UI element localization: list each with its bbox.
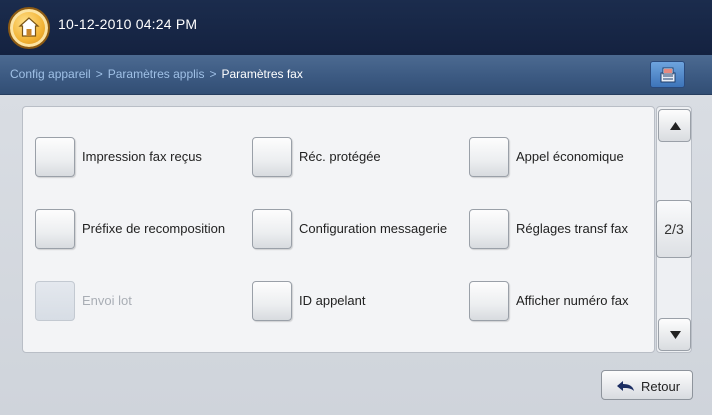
option-label: Afficher numéro fax xyxy=(516,293,629,308)
option-button-box[interactable] xyxy=(469,281,509,321)
arrow-down-icon xyxy=(670,331,681,339)
option-button-box[interactable] xyxy=(469,137,509,177)
option-appel-economique[interactable]: Appel économique xyxy=(469,137,649,177)
option-impression-fax-recus[interactable]: Impression fax reçus xyxy=(35,137,235,177)
breadcrumb-separator: > xyxy=(95,67,103,81)
option-id-appelant[interactable]: ID appelant xyxy=(252,281,452,321)
undo-arrow-icon xyxy=(617,381,634,391)
date-time: 10-12-2010 04:24 PM xyxy=(58,16,198,32)
option-configuration-messagerie[interactable]: Configuration messagerie xyxy=(252,209,462,249)
breadcrumb-current: Paramètres fax xyxy=(221,67,303,81)
option-label: ID appelant xyxy=(299,293,366,308)
option-label: Réc. protégée xyxy=(299,149,381,164)
option-button-box xyxy=(35,281,75,321)
breadcrumb-item-parametres-applis[interactable]: Paramètres applis xyxy=(108,67,205,81)
option-button-box[interactable] xyxy=(35,137,75,177)
option-rec-protegee[interactable]: Réc. protégée xyxy=(252,137,452,177)
option-label: Configuration messagerie xyxy=(299,221,448,236)
breadcrumb: Config appareil > Paramètres applis > Paramè… xyxy=(10,67,303,81)
home-button[interactable] xyxy=(8,7,50,49)
option-button-box[interactable] xyxy=(35,209,75,249)
option-button-box[interactable] xyxy=(469,209,509,249)
option-afficher-numero-fax[interactable]: Afficher numéro fax xyxy=(469,281,649,321)
option-label: Envoi lot xyxy=(82,293,132,308)
option-button-box[interactable] xyxy=(252,281,292,321)
breadcrumb-item-config-appareil[interactable]: Config appareil xyxy=(10,67,91,81)
top-bar: 10-12-2010 04:24 PM xyxy=(0,0,712,55)
page-indicator: 2/3 xyxy=(656,200,692,258)
scroll-down-button[interactable] xyxy=(658,318,691,351)
options-panel: Impression fax reçus Réc. protégée Appel… xyxy=(22,106,655,353)
option-envoi-lot: Envoi lot xyxy=(35,281,235,321)
breadcrumb-separator: > xyxy=(209,67,217,81)
option-label: Préfixe de recomposition xyxy=(82,221,226,236)
job-status-icon xyxy=(660,67,676,83)
option-reglages-transf-fax[interactable]: Réglages transf fax xyxy=(469,209,649,249)
home-icon xyxy=(18,17,40,37)
job-status-button[interactable] xyxy=(650,61,685,88)
option-label: Impression fax reçus xyxy=(82,149,202,164)
option-prefixe-de-recomposition[interactable]: Préfixe de recomposition xyxy=(35,209,245,249)
option-button-box[interactable] xyxy=(252,137,292,177)
option-label: Réglages transf fax xyxy=(516,221,629,236)
option-label: Appel économique xyxy=(516,149,624,164)
back-button-label: Retour xyxy=(641,379,681,394)
breadcrumb-bar: Config appareil > Paramètres applis > Paramè… xyxy=(0,55,712,95)
back-button[interactable]: Retour xyxy=(601,370,693,400)
scroll-up-button[interactable] xyxy=(658,109,691,142)
option-button-box[interactable] xyxy=(252,209,292,249)
arrow-up-icon xyxy=(670,122,681,130)
